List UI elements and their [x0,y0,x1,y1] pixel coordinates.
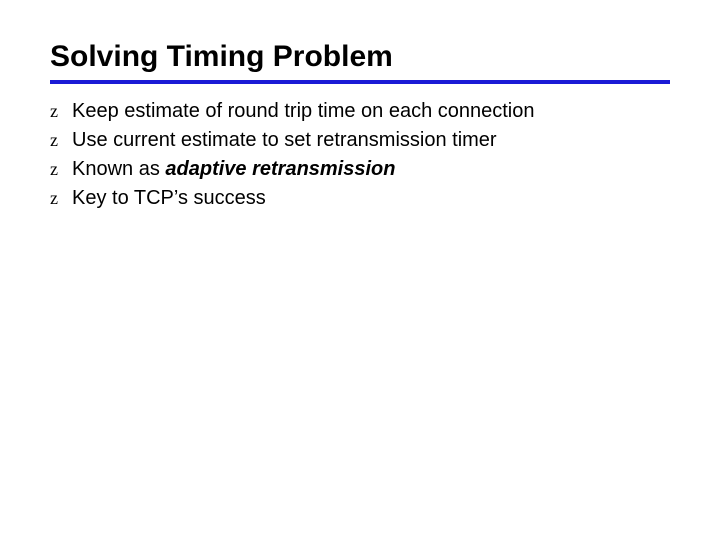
bullet-text: Key to TCP’s success [72,187,266,209]
slide: Solving Timing Problem z Keep estimate o… [0,0,720,540]
bullet-icon: z [50,185,58,211]
list-item: z Use current estimate to set retransmis… [50,127,670,154]
slide-title: Solving Timing Problem [50,40,670,74]
list-item: z Key to TCP’s success [50,185,670,212]
bullet-text: Use current estimate to set retransmissi… [72,129,497,151]
bullet-text: Known as [72,158,165,180]
bullet-emphasis: adaptive retransmission [165,158,395,180]
bullet-icon: z [50,156,58,182]
list-item: z Keep estimate of round trip time on ea… [50,98,670,125]
bullet-icon: z [50,98,58,124]
title-underline [50,80,670,84]
bullet-list: z Keep estimate of round trip time on ea… [50,98,670,212]
bullet-icon: z [50,127,58,153]
list-item: z Known as adaptive retransmission [50,156,670,183]
bullet-text: Keep estimate of round trip time on each… [72,100,535,122]
